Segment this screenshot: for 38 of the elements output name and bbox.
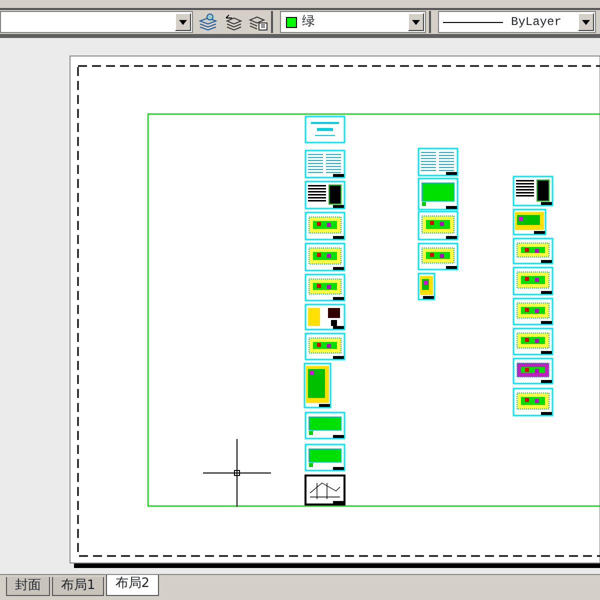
layers-icon[interactable] (223, 12, 243, 32)
drawing-thumbnail (304, 242, 346, 272)
drawing-thumbnail (512, 266, 554, 296)
drawing-thumbnail (418, 148, 458, 176)
drawing-thumbnail (418, 178, 458, 210)
drawing-thumbnail (304, 304, 346, 330)
drawing-thumbnail (304, 412, 346, 440)
linetype-name: ByLayer (511, 14, 562, 31)
drawing-thumbnail (512, 176, 554, 206)
drawing-thumbnail (304, 444, 346, 472)
drawing-thumbnail (512, 238, 554, 264)
drawing-thumbnail (418, 210, 458, 240)
drawing-thumbnail (512, 388, 554, 416)
color-name: 绿 (302, 13, 315, 32)
drawing-thumbnail (512, 208, 546, 236)
caret-icon (412, 20, 420, 24)
drawing-thumbnail (304, 116, 346, 144)
drawing-thumbnail (512, 328, 554, 356)
layer-dropdown[interactable] (0, 11, 193, 33)
drawing-thumbnail (304, 180, 346, 210)
crosshair-cursor (202, 438, 272, 508)
color-dropdown[interactable]: 绿 (280, 11, 426, 33)
linetype-dropdown[interactable]: ByLayer (438, 11, 596, 33)
drawing-thumbnail (304, 474, 346, 506)
drawing-thumbnail (512, 298, 554, 326)
drawing-thumbnail (418, 272, 436, 300)
caret-icon (582, 20, 590, 24)
drawing-thumbnail (418, 242, 458, 270)
layout-tab[interactable]: 封面 (6, 577, 50, 596)
drawing-thumbnail (304, 274, 346, 302)
drawing-thumbnail (304, 362, 332, 408)
drawing-thumbnail (304, 332, 346, 360)
layout-tab[interactable]: 布局1 (52, 577, 104, 596)
drawing-thumbnail (304, 150, 346, 178)
drawing-thumbnail (304, 212, 346, 240)
caret-icon (179, 20, 187, 24)
drawing-thumbnail (512, 358, 554, 384)
layout-tab[interactable]: 布局2 (106, 575, 159, 596)
